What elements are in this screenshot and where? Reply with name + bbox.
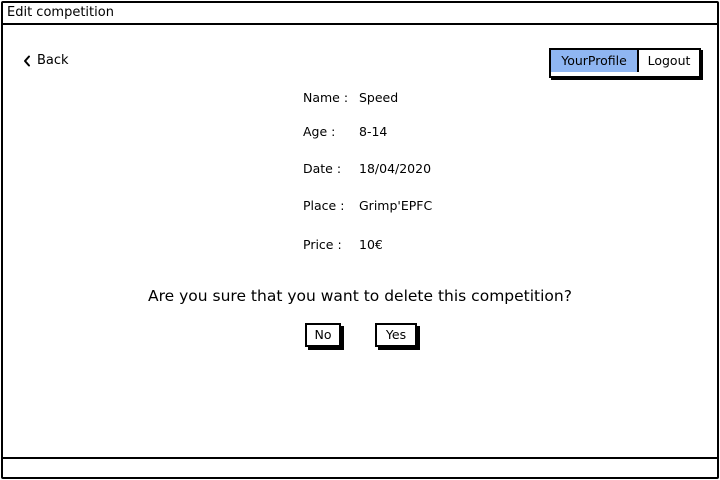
detail-value: 10€ bbox=[359, 237, 383, 252]
logout-button[interactable]: Logout bbox=[639, 50, 699, 72]
back-link[interactable]: Back bbox=[23, 52, 69, 70]
window-title: Edit competition bbox=[7, 5, 114, 20]
detail-label: Place : bbox=[303, 198, 345, 213]
detail-value: 18/04/2020 bbox=[359, 161, 432, 176]
your-profile-button[interactable]: YourProfile bbox=[551, 50, 639, 72]
detail-value: Speed bbox=[359, 90, 399, 105]
title-bar: Edit competition bbox=[3, 3, 717, 25]
no-button[interactable]: No bbox=[305, 323, 341, 347]
detail-label: Price : bbox=[303, 237, 342, 252]
detail-label: Date : bbox=[303, 161, 342, 176]
detail-label: Age : bbox=[303, 124, 336, 139]
detail-label: Name : bbox=[303, 90, 349, 105]
delete-confirmation-question: Are you sure that you want to delete thi… bbox=[148, 287, 572, 305]
detail-value: 8-14 bbox=[359, 124, 388, 139]
yes-button[interactable]: Yes bbox=[375, 323, 417, 347]
detail-value: Grimp'EPFC bbox=[359, 198, 433, 213]
account-nav: YourProfile Logout bbox=[549, 48, 701, 78]
chevron-left-icon bbox=[24, 55, 30, 67]
back-label: Back bbox=[37, 53, 69, 68]
status-bar bbox=[3, 457, 717, 477]
app-window: Edit competition Back YourProfile Logout… bbox=[1, 1, 719, 479]
